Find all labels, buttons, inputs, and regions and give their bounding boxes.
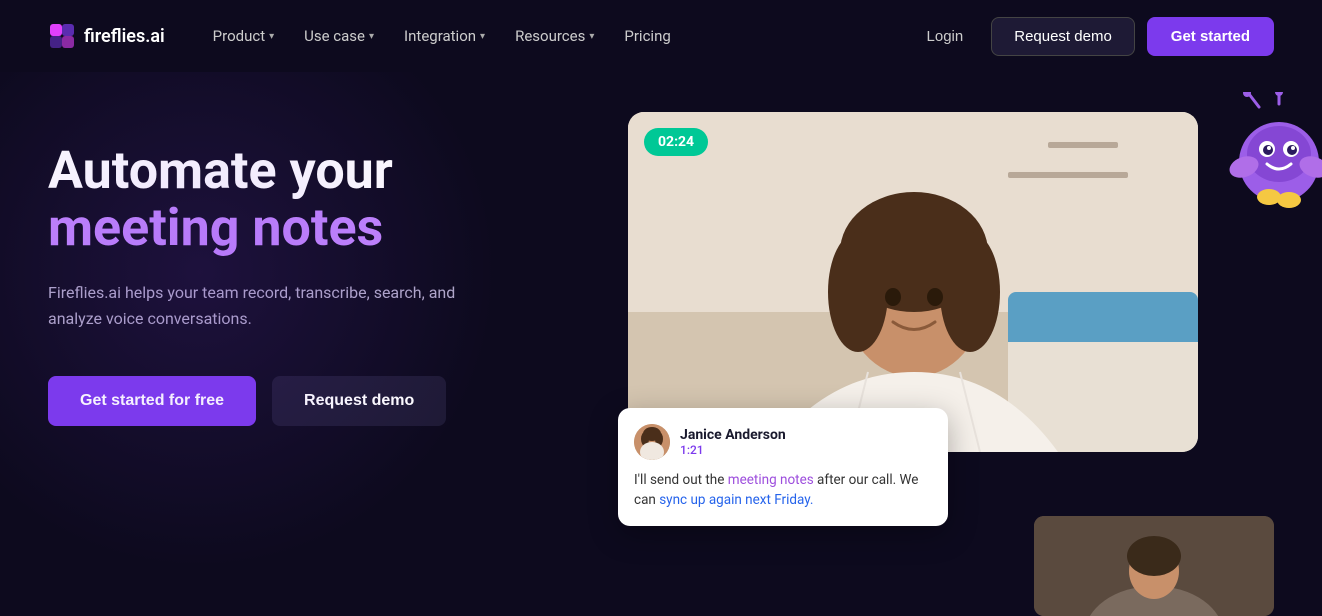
nav-item-usecase[interactable]: Use case ▾ (292, 19, 386, 53)
login-button[interactable]: Login (911, 20, 980, 53)
nav-right: Login Request demo Get started (911, 17, 1274, 56)
cta-buttons: Get started for free Request demo (48, 376, 568, 426)
hero-subtext: Fireflies.ai helps your team record, tra… (48, 280, 488, 331)
sync-up-link[interactable]: sync up again next Friday. (659, 492, 813, 508)
nav-item-product[interactable]: Product ▾ (201, 19, 286, 53)
chevron-down-icon: ▾ (480, 31, 485, 42)
timer-badge: 02:24 (644, 128, 708, 156)
hero-left: Automate your meeting notes Fireflies.ai… (48, 112, 568, 426)
nav-item-pricing[interactable]: Pricing (612, 19, 682, 53)
chat-text-before: I'll send out the (634, 472, 728, 488)
chat-time: 1:21 (680, 443, 786, 457)
request-demo-hero-button[interactable]: Request demo (272, 376, 446, 426)
headline-line2: meeting notes (48, 197, 383, 258)
chevron-down-icon: ▾ (269, 31, 274, 42)
get-started-button[interactable]: Get started (1147, 17, 1274, 56)
person-video (628, 112, 1198, 452)
chat-message: I'll send out the meeting notes after ou… (634, 470, 932, 511)
request-demo-button[interactable]: Request demo (991, 17, 1135, 56)
navbar: fireflies.ai Product ▾ Use case ▾ Integr… (0, 0, 1322, 72)
brand-name: fireflies.ai (84, 26, 165, 47)
chat-name: Janice Anderson (680, 427, 786, 443)
chat-user-info: Janice Anderson 1:21 (680, 427, 786, 457)
video-background (628, 112, 1198, 452)
headline-line1: Automate your (48, 140, 393, 201)
logo-icon (48, 22, 76, 50)
chat-header: Janice Anderson 1:21 (634, 424, 932, 460)
nav-item-resources[interactable]: Resources ▾ (503, 19, 606, 53)
nav-left: fireflies.ai Product ▾ Use case ▾ Integr… (48, 19, 683, 53)
hero-headline: Automate your meeting notes (48, 142, 568, 256)
chat-card: Janice Anderson 1:21 I'll send out the m… (618, 408, 948, 527)
hero-right: 02:24 (628, 112, 1274, 616)
chevron-down-icon: ▾ (589, 31, 594, 42)
nav-links: Product ▾ Use case ▾ Integration ▾ Resou… (201, 19, 683, 53)
meeting-notes-link[interactable]: meeting notes (728, 472, 814, 488)
logo[interactable]: fireflies.ai (48, 22, 165, 50)
bottom-video-card (1034, 516, 1274, 616)
video-card: 02:24 (628, 112, 1198, 452)
get-started-free-button[interactable]: Get started for free (48, 376, 256, 426)
nav-item-integration[interactable]: Integration ▾ (392, 19, 497, 53)
avatar (634, 424, 670, 460)
main-content: Automate your meeting notes Fireflies.ai… (0, 72, 1322, 616)
robot-mascot (1224, 92, 1322, 202)
chevron-down-icon: ▾ (369, 31, 374, 42)
